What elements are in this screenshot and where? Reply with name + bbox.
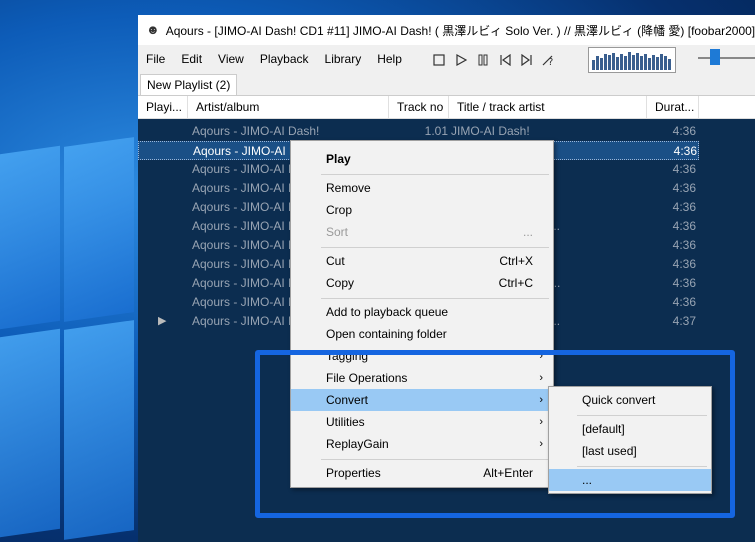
duration-cell: 4:36 [672, 295, 696, 309]
table-row[interactable]: Aqours - JIMO-AI Dash! 1.01 JIMO-AI Dash… [138, 122, 699, 141]
now-playing-icon: ▶ [158, 315, 167, 327]
menu-item-open-folder[interactable]: Open containing folder [291, 323, 553, 345]
foobar-app-icon: ☻ [146, 22, 160, 37]
svg-text:?: ? [548, 57, 553, 67]
submenu-arrow: ... [522, 225, 533, 239]
highlight-annotation-box [255, 350, 735, 518]
playlist-tabs: New Playlist (2) [138, 73, 755, 96]
playlist-header: Playi... Artist/album Track no Title / t… [138, 96, 755, 119]
duration-cell: 4:36 [672, 181, 696, 195]
duration-cell: 4:37 [672, 314, 696, 328]
column-duration[interactable]: Durat... [647, 96, 699, 118]
volume-track[interactable] [698, 57, 755, 59]
menu-item-sort: Sort... [291, 221, 553, 243]
menu-separator [321, 174, 549, 175]
duration-cell: 4:36 [672, 200, 696, 214]
menu-item-remove[interactable]: Remove [291, 177, 553, 199]
menu-item-label: Open containing folder [326, 327, 447, 341]
duration-cell: 4:36 [672, 124, 696, 138]
menu-item-play[interactable]: Play [291, 148, 553, 170]
menu-item-label: Sort [326, 225, 349, 239]
menu-item-copy[interactable]: Copy Ctrl+C [291, 272, 553, 294]
column-track-no[interactable]: Track no [389, 96, 449, 118]
column-playing[interactable]: Playi... [138, 96, 188, 118]
menu-file[interactable]: File [138, 52, 173, 66]
menu-playback[interactable]: Playback [252, 52, 317, 66]
play-icon[interactable] [450, 51, 472, 69]
window-title: Aqours - [JIMO-AI Dash! CD1 #11] JIMO-AI… [165, 23, 755, 38]
track-no-cell: 1.01 [424, 124, 448, 138]
title-cell: JIMO-AI Dash! [451, 124, 530, 138]
random-icon[interactable]: ? [538, 51, 560, 69]
menu-item-crop[interactable]: Crop [291, 199, 553, 221]
duration-cell: 4:36 [672, 276, 696, 290]
menu-edit[interactable]: Edit [173, 52, 210, 66]
duration-cell: 4:36 [672, 219, 696, 233]
menu-separator [321, 247, 549, 248]
windows-logo [0, 137, 140, 542]
previous-icon[interactable] [494, 51, 516, 69]
menu-separator [321, 298, 549, 299]
menu-view[interactable]: View [210, 52, 252, 66]
column-title[interactable]: Title / track artist [449, 96, 647, 118]
menu-item-label: Play [326, 152, 351, 166]
duration-cell: 4:36 [672, 162, 696, 176]
playback-toolbar: ? [428, 51, 560, 69]
menu-item-label: Copy [326, 276, 355, 290]
pause-icon[interactable] [472, 51, 494, 69]
stop-icon[interactable] [428, 51, 450, 69]
menu-item-label: Cut [326, 254, 345, 268]
menu-item-label: Crop [326, 203, 353, 217]
volume-slider-knob[interactable] [710, 49, 720, 65]
menu-item-label: Add to playback queue [326, 305, 449, 319]
menu-item-cut[interactable]: Cut Ctrl+X [291, 250, 553, 272]
menu-help[interactable]: Help [369, 52, 410, 66]
tab-new-playlist[interactable]: New Playlist (2) [140, 74, 238, 95]
menu-library[interactable]: Library [317, 52, 370, 66]
duration-cell: 4:36 [672, 238, 696, 252]
next-icon[interactable] [516, 51, 538, 69]
spectrum-visualizer [588, 47, 676, 73]
menu-item-label: Remove [326, 181, 371, 195]
column-artist-album[interactable]: Artist/album [188, 96, 389, 118]
duration-cell: 4:36 [673, 144, 697, 158]
duration-cell: 4:36 [672, 257, 696, 271]
menu-item-add-to-queue[interactable]: Add to playback queue [291, 301, 553, 323]
shortcut-label: Ctrl+C [498, 276, 533, 290]
title-bar[interactable]: ☻ Aqours - [JIMO-AI Dash! CD1 #11] JIMO-… [138, 15, 755, 45]
shortcut-label: Ctrl+X [499, 254, 533, 268]
